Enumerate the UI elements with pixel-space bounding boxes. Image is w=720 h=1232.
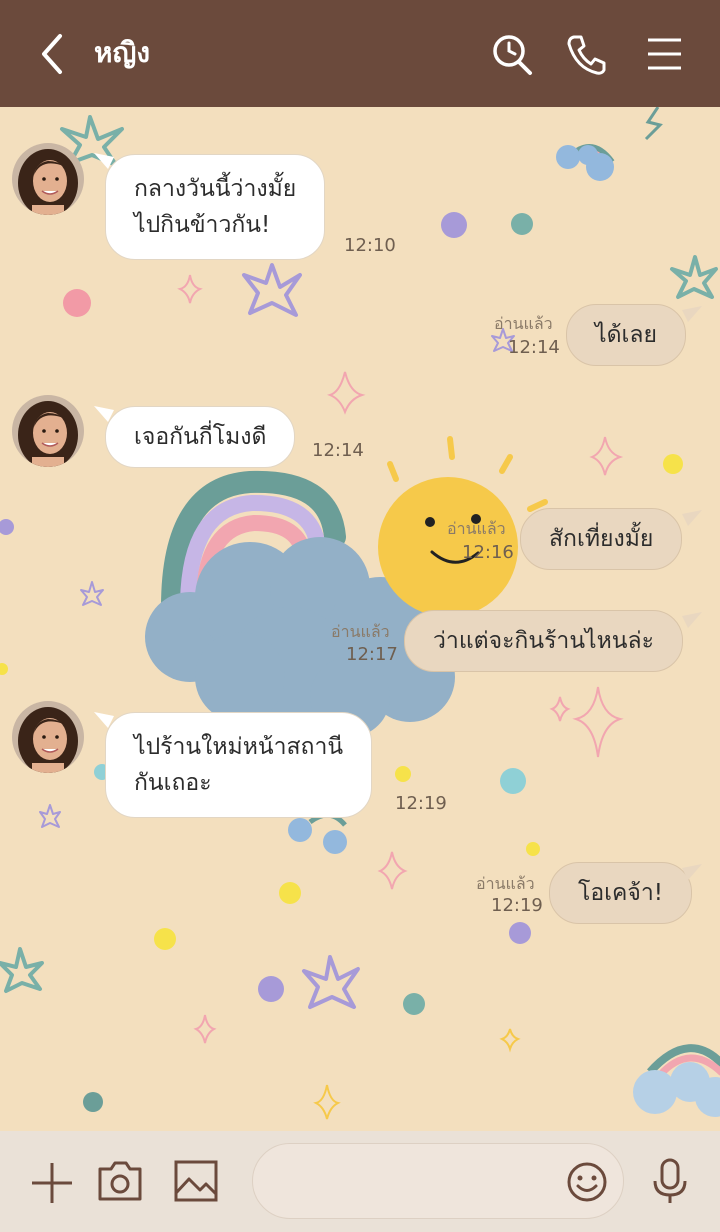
emoji-icon — [567, 1162, 607, 1202]
message-time: 12:19 — [491, 895, 543, 916]
incoming-message-bubble[interactable]: เจอกันกี่โมงดี — [105, 406, 296, 468]
message-text: เจอกันกี่โมงดี — [134, 424, 267, 450]
outgoing-message-bubble[interactable]: ได้เลย — [566, 304, 686, 366]
phone-icon — [567, 35, 606, 75]
avatar-image — [12, 395, 84, 467]
message-input[interactable] — [277, 1162, 547, 1202]
message-text: โอเคจ้า! — [578, 880, 664, 906]
chat-title: หญิง — [94, 36, 150, 69]
voice-button[interactable] — [646, 1157, 694, 1209]
add-button[interactable] — [28, 1159, 76, 1211]
menu-button[interactable] — [643, 30, 687, 78]
contact-avatar[interactable] — [12, 701, 84, 773]
message-time: 12:19 — [395, 793, 447, 814]
message-text: สักเที่ยงมั้ย — [549, 526, 654, 552]
chat-area[interactable]: กลางวันนี้ว่างมั้ย ไปกินข้าวกัน! 12:10 อ… — [0, 107, 720, 1131]
message-composer — [0, 1131, 720, 1232]
chat-header: หญิง — [0, 0, 720, 107]
message-input-container[interactable] — [252, 1143, 624, 1219]
menu-icon — [648, 38, 681, 70]
message-text: ไปกินข้าวกัน! — [134, 212, 271, 238]
message-time: 12:17 — [346, 644, 398, 665]
message-time: 12:14 — [312, 440, 364, 461]
message-text: ว่าแต่จะกินร้านไหนล่ะ — [433, 628, 654, 654]
message-text: กันเถอะ — [134, 770, 212, 796]
avatar-image — [12, 143, 84, 215]
search-button[interactable] — [490, 30, 534, 78]
plus-icon — [32, 1163, 72, 1203]
gallery-button[interactable] — [172, 1157, 220, 1209]
outgoing-message-bubble[interactable]: โอเคจ้า! — [549, 862, 693, 924]
camera-icon — [98, 1161, 142, 1201]
incoming-message-bubble[interactable]: กลางวันนี้ว่างมั้ย ไปกินข้าวกัน! — [105, 154, 326, 260]
bubble-tail — [682, 306, 702, 322]
image-icon — [174, 1160, 218, 1202]
outgoing-message-bubble[interactable]: สักเที่ยงมั้ย — [520, 508, 683, 570]
bubble-tail — [682, 864, 702, 880]
message-text: กลางวันนี้ว่างมั้ย — [134, 176, 297, 202]
contact-avatar[interactable] — [12, 143, 84, 215]
back-icon — [42, 34, 62, 74]
call-button[interactable] — [564, 30, 608, 78]
mic-icon — [653, 1158, 687, 1203]
read-receipt: อ่านแล้ว — [331, 622, 390, 641]
bubble-tail — [682, 612, 702, 628]
contact-avatar[interactable] — [12, 395, 84, 467]
read-receipt: อ่านแล้ว — [494, 314, 553, 333]
message-text: ไปร้านใหม่หน้าสถานี — [134, 734, 344, 760]
message-time: 12:16 — [462, 542, 514, 563]
message-text: ได้เลย — [595, 322, 657, 348]
message-time: 12:10 — [344, 235, 396, 256]
read-receipt: อ่านแล้ว — [447, 519, 506, 538]
outgoing-message-bubble[interactable]: ว่าแต่จะกินร้านไหนล่ะ — [404, 610, 683, 672]
read-receipt: อ่านแล้ว — [476, 874, 535, 893]
camera-button[interactable] — [96, 1157, 144, 1209]
incoming-message-bubble[interactable]: ไปร้านใหม่หน้าสถานี กันเถอะ — [105, 712, 373, 818]
emoji-button[interactable] — [565, 1160, 609, 1208]
search-icon — [493, 35, 532, 75]
back-button[interactable] — [30, 30, 74, 78]
avatar-image — [12, 701, 84, 773]
bubble-tail — [682, 510, 702, 526]
message-time: 12:14 — [508, 337, 560, 358]
